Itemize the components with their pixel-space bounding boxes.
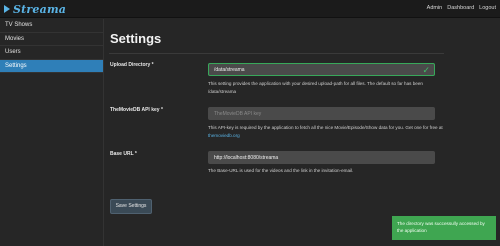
tmdb-api-key-label: TheMovieDB API key *: [110, 107, 163, 113]
title-divider: [109, 53, 444, 54]
tmdb-api-key-placeholder: TheMovieDB API key: [214, 111, 262, 117]
base-url-input[interactable]: http://localhost:8080/streama: [208, 151, 435, 164]
base-url-value: http://localhost:8080/streama: [214, 155, 279, 161]
main-content: Settings Upload Directory * /data/stream…: [105, 19, 500, 246]
nav-dashboard-link[interactable]: Dashboard: [447, 5, 474, 11]
upload-directory-help: This setting provides the application wi…: [208, 81, 423, 94]
checkmark-icon: ✓: [422, 65, 430, 75]
upload-directory-input[interactable]: /data/streama ✓: [208, 63, 435, 76]
upload-directory-value: /data/streama: [214, 67, 245, 73]
tmdb-api-key-help-text: This API-key is required by the applicat…: [208, 125, 443, 130]
sidebar-item-users[interactable]: Users: [0, 46, 103, 60]
base-url-help: The Base-URL is used for the videos and …: [208, 168, 354, 173]
nav-logout-link[interactable]: Logout: [479, 5, 496, 11]
themoviedb-link[interactable]: themoviedb.org: [208, 133, 240, 138]
sidebar-item-settings[interactable]: Settings: [0, 59, 103, 73]
brand-logo[interactable]: Streama: [4, 2, 66, 16]
page-title: Settings: [110, 31, 162, 46]
save-settings-button[interactable]: Save Settings: [110, 199, 152, 214]
nav-admin-link[interactable]: Admin: [427, 5, 443, 11]
sidebar-item-tv-shows[interactable]: TV Shows: [0, 19, 103, 33]
tmdb-api-key-help: This API-key is required by the applicat…: [208, 124, 446, 139]
upload-directory-label: Upload Directory *: [110, 62, 154, 68]
sidebar-item-movies[interactable]: Movies: [0, 33, 103, 46]
play-icon: [4, 5, 10, 13]
tmdb-api-key-input[interactable]: TheMovieDB API key: [208, 107, 435, 120]
sidebar: TV Shows Movies Users Settings: [0, 19, 104, 246]
top-nav-links: Admin Dashboard Logout: [427, 5, 496, 11]
top-navbar: Streama Admin Dashboard Logout: [0, 0, 500, 18]
base-url-label: Base URL *: [110, 151, 137, 157]
success-toast: The directory was successully accessed b…: [392, 216, 496, 240]
brand-name: Streama: [13, 2, 67, 16]
